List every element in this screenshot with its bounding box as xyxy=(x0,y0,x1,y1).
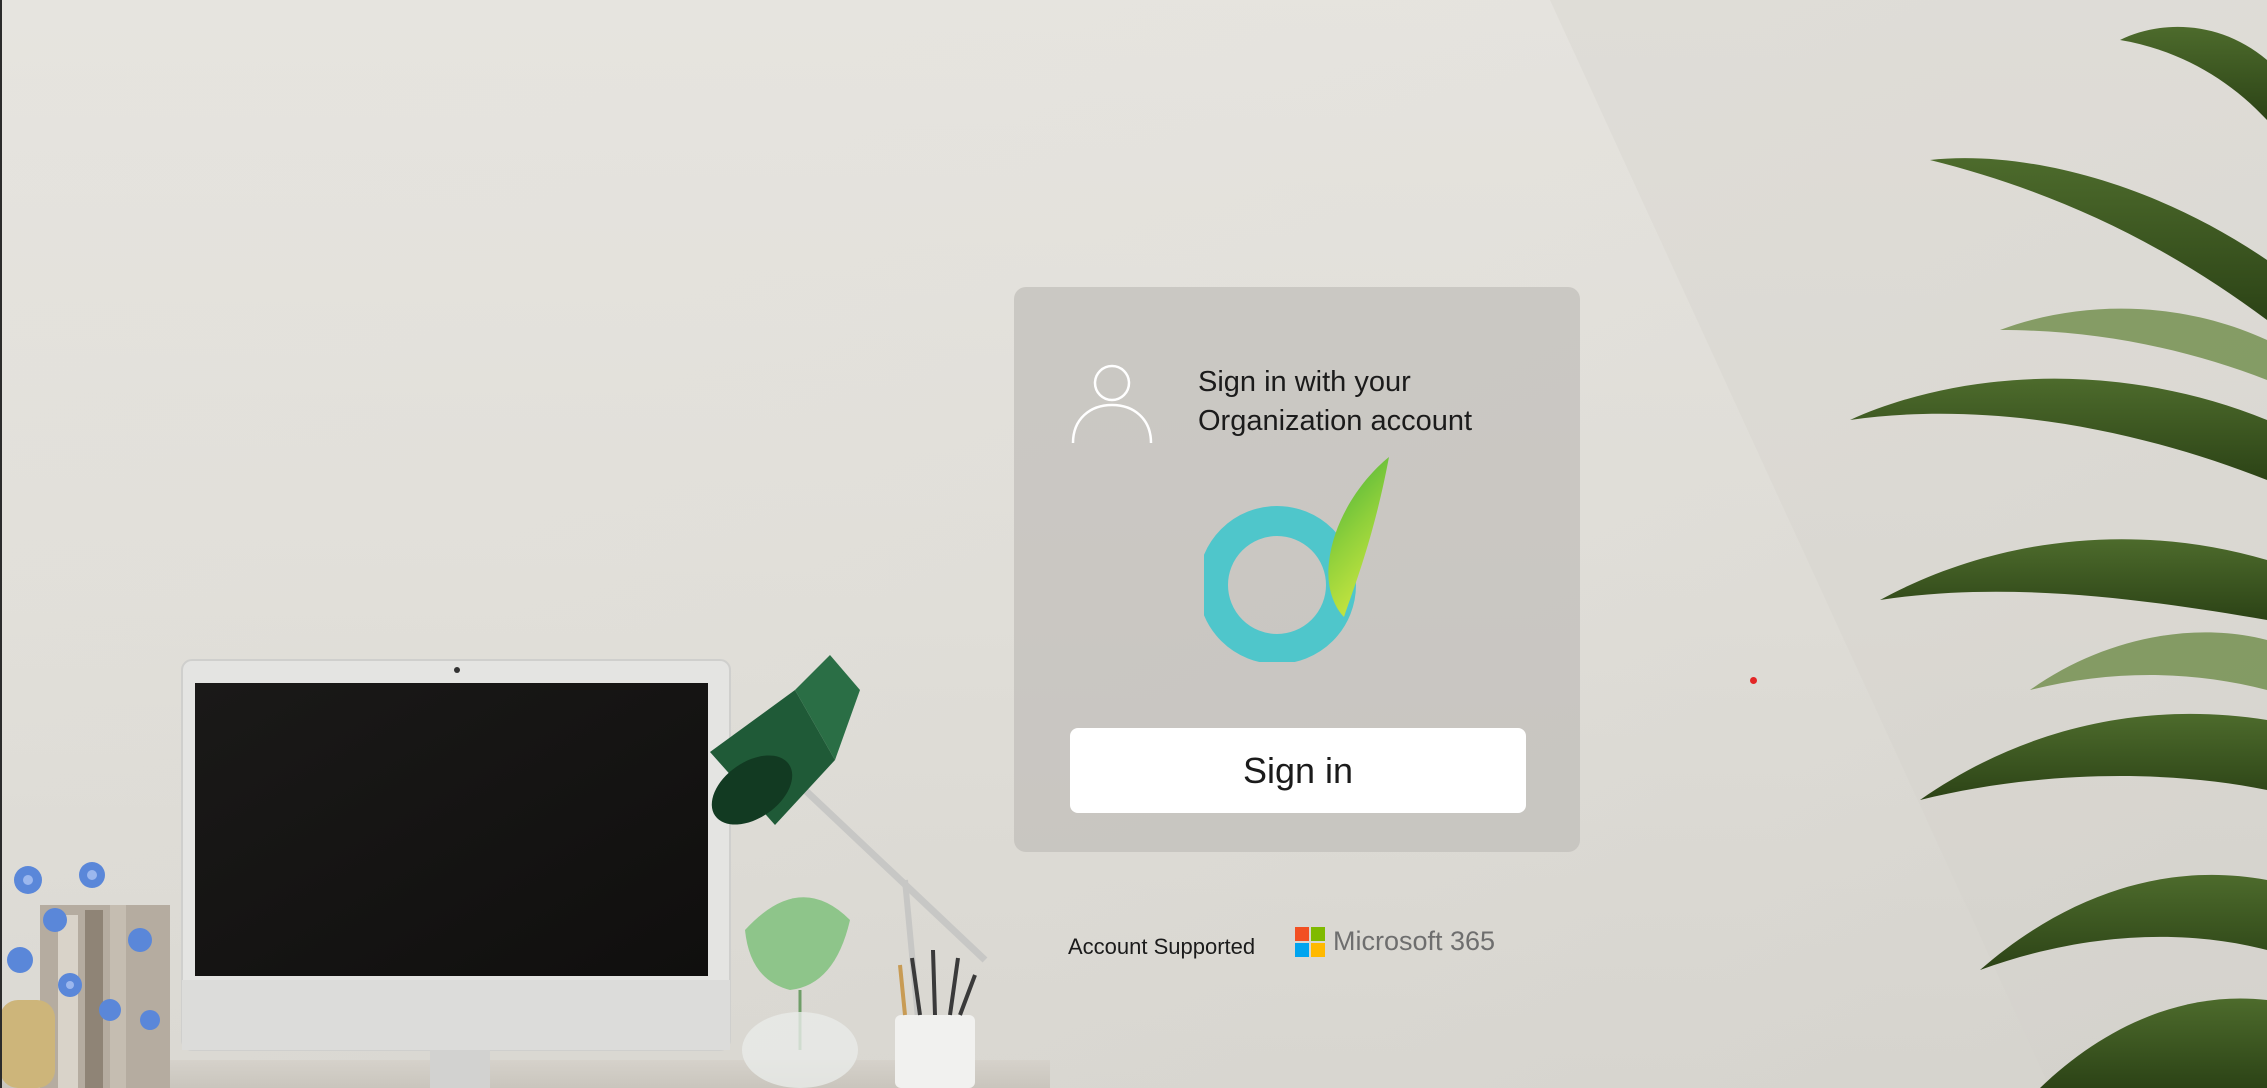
microsoft-365-logo: Microsoft 365 xyxy=(1295,926,1495,957)
sign-in-button[interactable]: Sign in xyxy=(1070,728,1526,813)
account-supported-label: Account Supported xyxy=(1068,934,1256,959)
cursor-dot xyxy=(1750,677,1757,684)
card-title: Sign in with your Organization account xyxy=(1198,366,1473,437)
microsoft-365-label: Microsoft 365 xyxy=(1333,926,1496,956)
user-icon xyxy=(1071,364,1153,444)
microsoft-logo-icon xyxy=(1295,926,1325,957)
window-edge xyxy=(0,0,2,1088)
brand-logo xyxy=(1204,457,1389,662)
footer: Account Supported Microsoft 365 xyxy=(1068,920,1528,970)
card-header: Sign in with your Organization account xyxy=(1070,361,1540,451)
sign-in-page: Sign in with your Organization account S… xyxy=(0,0,2267,1088)
sign-in-card: Sign in with your Organization account S… xyxy=(1014,287,1580,852)
